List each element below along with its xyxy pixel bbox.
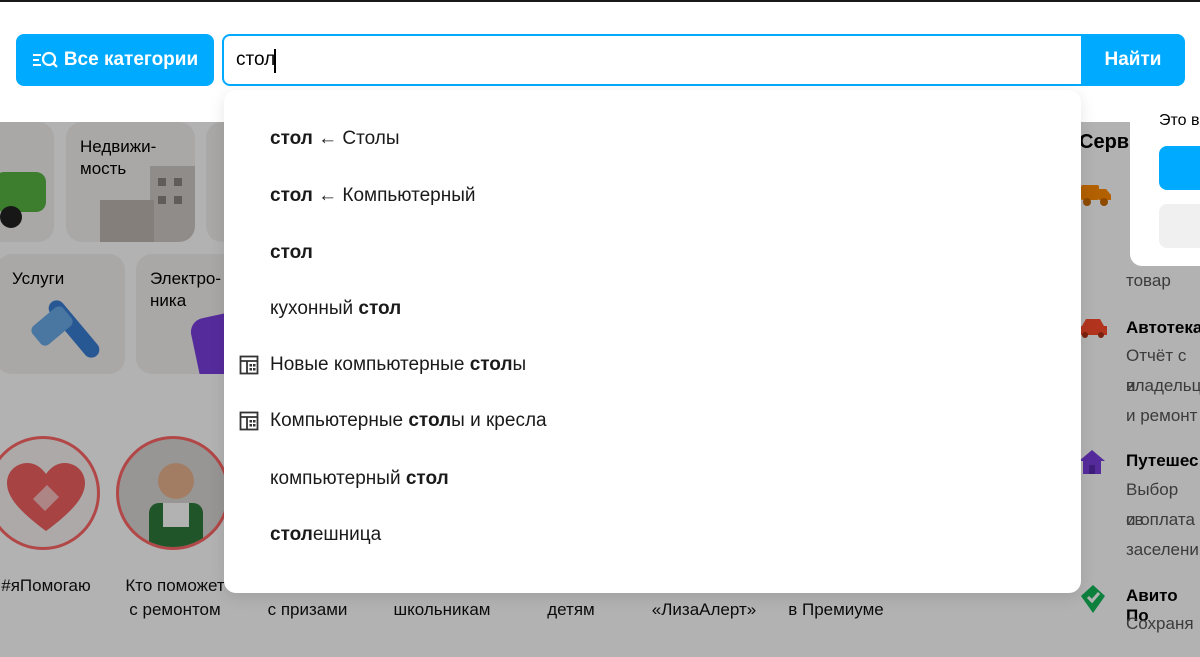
search-input[interactable]	[224, 36, 1084, 84]
house-icon	[1079, 450, 1105, 474]
category-tile-auto[interactable]	[0, 122, 54, 242]
suggestion-item[interactable]: Компьютерные стол ы и кресла	[270, 406, 547, 436]
categories-search-icon	[32, 51, 58, 68]
suggestion-text: стол	[408, 410, 452, 431]
suggestion-text: ы и кресла	[451, 410, 547, 431]
car-wheel	[0, 206, 22, 228]
popup-text: Это в	[1159, 112, 1200, 129]
top-border	[0, 0, 1200, 2]
suggestion-item[interactable]: стол ← Столы	[270, 124, 400, 154]
suggestion-text: стол	[270, 524, 313, 545]
building-window	[158, 196, 166, 204]
service-name[interactable]: Путешес	[1126, 451, 1199, 471]
service-description: владельц	[1126, 376, 1200, 395]
building-image	[100, 200, 154, 242]
confirmation-popup: Это в	[1130, 92, 1200, 266]
text-caret	[274, 49, 276, 73]
suggestion-text: Компьютерные	[270, 410, 409, 431]
story-label: #яПомогаю	[1, 576, 91, 595]
all-categories-label: Все категории	[63, 49, 199, 70]
category-tile-label: Электро- ника	[150, 269, 222, 310]
story-label: «ЛизаАлерт»	[651, 600, 757, 619]
suggestion-text: ы	[512, 354, 527, 375]
category-tile-services[interactable]: Услуги	[0, 254, 125, 374]
suggestion-text: кухонный	[270, 298, 359, 319]
suggestion-item[interactable]: компьютерный стол	[270, 464, 449, 494]
story-label: в Премиуме	[788, 600, 884, 619]
story-label: школьникам	[393, 600, 491, 619]
suggestion-text: Новые компьютерные	[270, 354, 470, 375]
building-window	[174, 196, 182, 204]
shield-icon	[1081, 585, 1105, 613]
category-tile-label: Услуги	[12, 269, 65, 288]
story-label: с призами	[267, 600, 348, 619]
suggestion-text: компьютерный	[270, 468, 406, 489]
suggestion-item[interactable]: Новые компьютерные стол ы	[270, 350, 526, 380]
truck-icon	[1081, 185, 1111, 206]
suggestion-text: ← Столы	[312, 128, 400, 149]
all-categories-button[interactable]: Все категории	[16, 34, 214, 86]
catalog-icon	[239, 355, 259, 375]
story-label: Кто поможет с ремонтом	[125, 576, 225, 619]
building-window	[158, 178, 166, 186]
service-description: и ремонт	[1126, 406, 1198, 425]
service-name[interactable]: Автотека	[1126, 318, 1200, 338]
find-button-label: Найти	[1104, 49, 1162, 70]
service-description: Сохраня	[1126, 614, 1194, 633]
suggestion-text: стол	[405, 468, 449, 489]
suggestion-text: стол	[270, 242, 313, 263]
catalog-icon	[239, 411, 259, 431]
search-box[interactable]	[222, 34, 1086, 86]
find-button[interactable]: Найти	[1081, 34, 1185, 86]
suggestion-text: стол	[270, 128, 313, 149]
popup-confirm-button[interactable]	[1159, 146, 1200, 190]
suggestion-text: стол	[469, 354, 513, 375]
suggestion-text: ешница	[312, 524, 382, 545]
suggestion-item[interactable]: стол	[270, 238, 313, 268]
category-tile-realty[interactable]: Недвижи- мость	[66, 122, 195, 242]
service-description: товар	[1126, 271, 1171, 290]
suggestion-item[interactable]: кухонный стол	[270, 294, 401, 324]
building-window	[174, 178, 182, 186]
category-tile-label: Недвижи- мость	[80, 137, 157, 178]
suggestion-text: ← Компьютерный	[312, 185, 476, 206]
story-label: детям	[547, 600, 595, 619]
suggestion-item[interactable]: стол ешница	[270, 520, 381, 550]
suggestion-text: стол	[270, 185, 313, 206]
story-repair-circle[interactable]	[116, 436, 230, 550]
suggestion-item[interactable]: стол ← Компьютерный	[270, 181, 476, 211]
suggestion-text: стол	[358, 298, 402, 319]
service-description: заселени	[1126, 540, 1199, 559]
building-image	[150, 166, 195, 242]
popup-decline-button[interactable]	[1159, 204, 1200, 248]
car-icon	[1079, 319, 1107, 338]
search-suggestions-dropdown: стол ← Столы стол ← Компьютерный стол кухон…	[224, 90, 1081, 593]
service-description: и оплата	[1126, 510, 1195, 529]
